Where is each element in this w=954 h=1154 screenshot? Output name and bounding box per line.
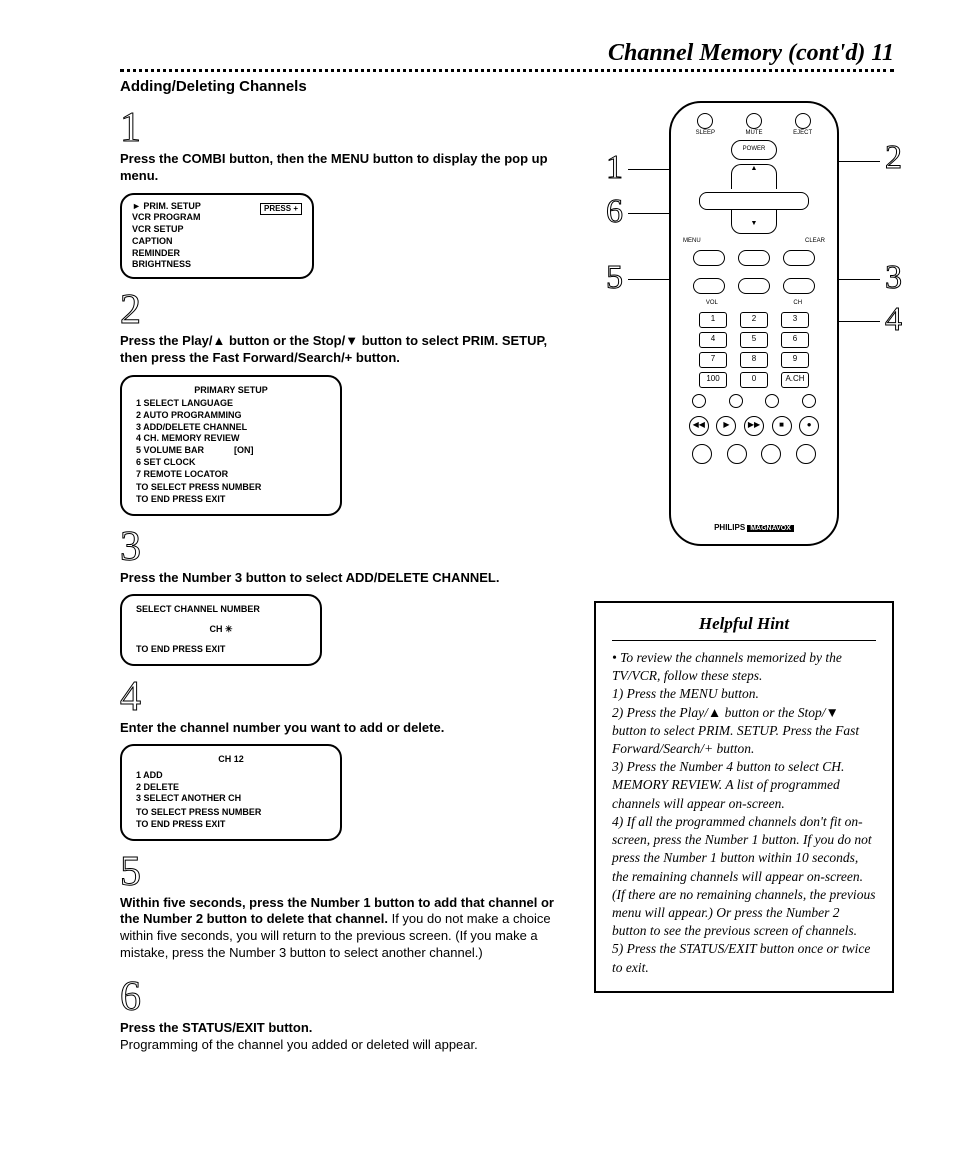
- eject-label: EJECT: [793, 130, 812, 136]
- menu2-foot: TO SELECT PRESS NUMBER TO END PRESS EXIT: [136, 482, 326, 505]
- vol-pill-2: [693, 278, 725, 294]
- section-title: Adding/Deleting Channels: [120, 78, 894, 95]
- menu-box-2: PRIMARY SETUP 1 SELECT LANGUAGE 2 AUTO P…: [120, 375, 342, 516]
- callout-1: 1: [606, 149, 623, 187]
- step-6-text: Press the STATUS/EXIT button. Programmin…: [120, 1020, 564, 1054]
- menu2-title: PRIMARY SETUP: [136, 385, 326, 397]
- remote-diagram: 1 2 6 5 3 4 SLEEP MUTE EJECT POWER ▲: [614, 101, 894, 561]
- ch-pill-2: [783, 278, 815, 294]
- menu4-foot: TO SELECT PRESS NUMBER TO END PRESS EXIT: [136, 807, 326, 830]
- step-number-3: 3: [120, 526, 141, 568]
- stop-icon: ■: [772, 416, 792, 436]
- vol-label: VOL: [706, 300, 718, 306]
- ch-pill: [783, 250, 815, 266]
- menu4-top: CH 12: [136, 754, 326, 766]
- mute-button: [746, 113, 762, 129]
- step-number-4: 4: [120, 676, 141, 718]
- sleep-button: [697, 113, 713, 129]
- extra-1: [692, 444, 712, 464]
- dpad: ▲ ▼: [699, 164, 809, 234]
- menu3-top: SELECT CHANNEL NUMBER: [136, 604, 306, 616]
- dotted-rule: [120, 69, 894, 72]
- key-1: 1: [699, 312, 727, 328]
- key-2: 2: [740, 312, 768, 328]
- tiny-3: [765, 394, 779, 408]
- dpad-horiz: [699, 192, 809, 210]
- key-9: 9: [781, 352, 809, 368]
- menu-label: MENU: [683, 238, 701, 244]
- step-2-text: Press the Play/▲ button or the Stop/▼ bu…: [120, 333, 564, 367]
- helpful-hint-box: Helpful Hint • To review the channels me…: [594, 601, 894, 993]
- tiny-4: [802, 394, 816, 408]
- step-6-bold: Press the STATUS/EXIT button.: [120, 1020, 564, 1037]
- step-number-5: 5: [120, 851, 141, 893]
- key-0: 0: [740, 372, 768, 388]
- menu-box-4: CH 12 1 ADD 2 DELETE 3 SELECT ANOTHER CH…: [120, 744, 342, 840]
- mid-pill-2: [738, 278, 770, 294]
- key-8: 8: [740, 352, 768, 368]
- key-3: 3: [781, 312, 809, 328]
- extra-3: [761, 444, 781, 464]
- play-icon: ▶: [716, 416, 736, 436]
- step-number-6: 6: [120, 976, 141, 1018]
- press-plus-label: PRESS +: [260, 203, 302, 215]
- key-100: 100: [699, 372, 727, 388]
- rew-icon: ◀◀: [689, 416, 709, 436]
- ff-icon: ▶▶: [744, 416, 764, 436]
- helpful-hint-title: Helpful Hint: [612, 613, 876, 641]
- remote-body: SLEEP MUTE EJECT POWER ▲ ▼ MENU CLEAR VOL…: [669, 101, 839, 546]
- tiny-2: [729, 394, 743, 408]
- menu4-items: 1 ADD 2 DELETE 3 SELECT ANOTHER CH: [136, 770, 326, 805]
- key-ach: A.CH: [781, 372, 809, 388]
- step-5-text: Within five seconds, press the Number 1 …: [120, 895, 564, 963]
- eject-button: [795, 113, 811, 129]
- page-title: Channel Memory (cont'd) 11: [120, 40, 894, 67]
- power-button: POWER: [731, 140, 777, 160]
- callout-3: 3: [885, 259, 902, 297]
- helpful-hint-body: • To review the channels memorized by th…: [612, 649, 876, 977]
- number-pad: 123 456 789 100 0 A.CH: [699, 312, 809, 388]
- extra-4: [796, 444, 816, 464]
- step-number-1: 1: [120, 107, 141, 149]
- key-6: 6: [781, 332, 809, 348]
- menu2-items: 1 SELECT LANGUAGE 2 AUTO PROGRAMMING 3 A…: [136, 398, 326, 480]
- brand-label: PHILIPSMAGNAVOX: [671, 523, 837, 532]
- right-column: 1 2 6 5 3 4 SLEEP MUTE EJECT POWER ▲: [594, 101, 894, 1062]
- step-3-text: Press the Number 3 button to select ADD/…: [120, 570, 564, 587]
- dpad-down: ▼: [731, 209, 777, 234]
- key-7: 7: [699, 352, 727, 368]
- brand2-label: MAGNAVOX: [747, 525, 794, 532]
- extra-2: [727, 444, 747, 464]
- key-5: 5: [740, 332, 768, 348]
- key-4: 4: [699, 332, 727, 348]
- step-1-text: Press the COMBI button, then the MENU bu…: [120, 151, 564, 185]
- menu-box-3: SELECT CHANNEL NUMBER CH ✳ TO END PRESS …: [120, 594, 322, 665]
- left-column: 1 Press the COMBI button, then the MENU …: [120, 101, 564, 1062]
- callout-5: 5: [606, 259, 623, 297]
- tiny-1: [692, 394, 706, 408]
- clear-label: CLEAR: [805, 238, 825, 244]
- step-4-text: Enter the channel number you want to add…: [120, 720, 564, 737]
- step-number-2: 2: [120, 289, 141, 331]
- menu-box-1: PRESS + ► PRIM. SETUP VCR PROGRAM VCR SE…: [120, 193, 314, 279]
- vol-pill: [693, 250, 725, 266]
- callout-6: 6: [606, 193, 623, 231]
- rec-icon: ●: [799, 416, 819, 436]
- menu3-foot: TO END PRESS EXIT: [136, 644, 306, 656]
- callout-2: 2: [885, 139, 902, 177]
- menu3-mid: CH ✳: [136, 624, 306, 636]
- ch-label: CH: [793, 300, 802, 306]
- callout-4: 4: [885, 301, 902, 339]
- mid-pill: [738, 250, 770, 266]
- mute-label: MUTE: [745, 130, 762, 136]
- sleep-label: SLEEP: [696, 130, 715, 136]
- step-6-rest: Programming of the channel you added or …: [120, 1037, 564, 1054]
- dpad-up: ▲: [731, 164, 777, 189]
